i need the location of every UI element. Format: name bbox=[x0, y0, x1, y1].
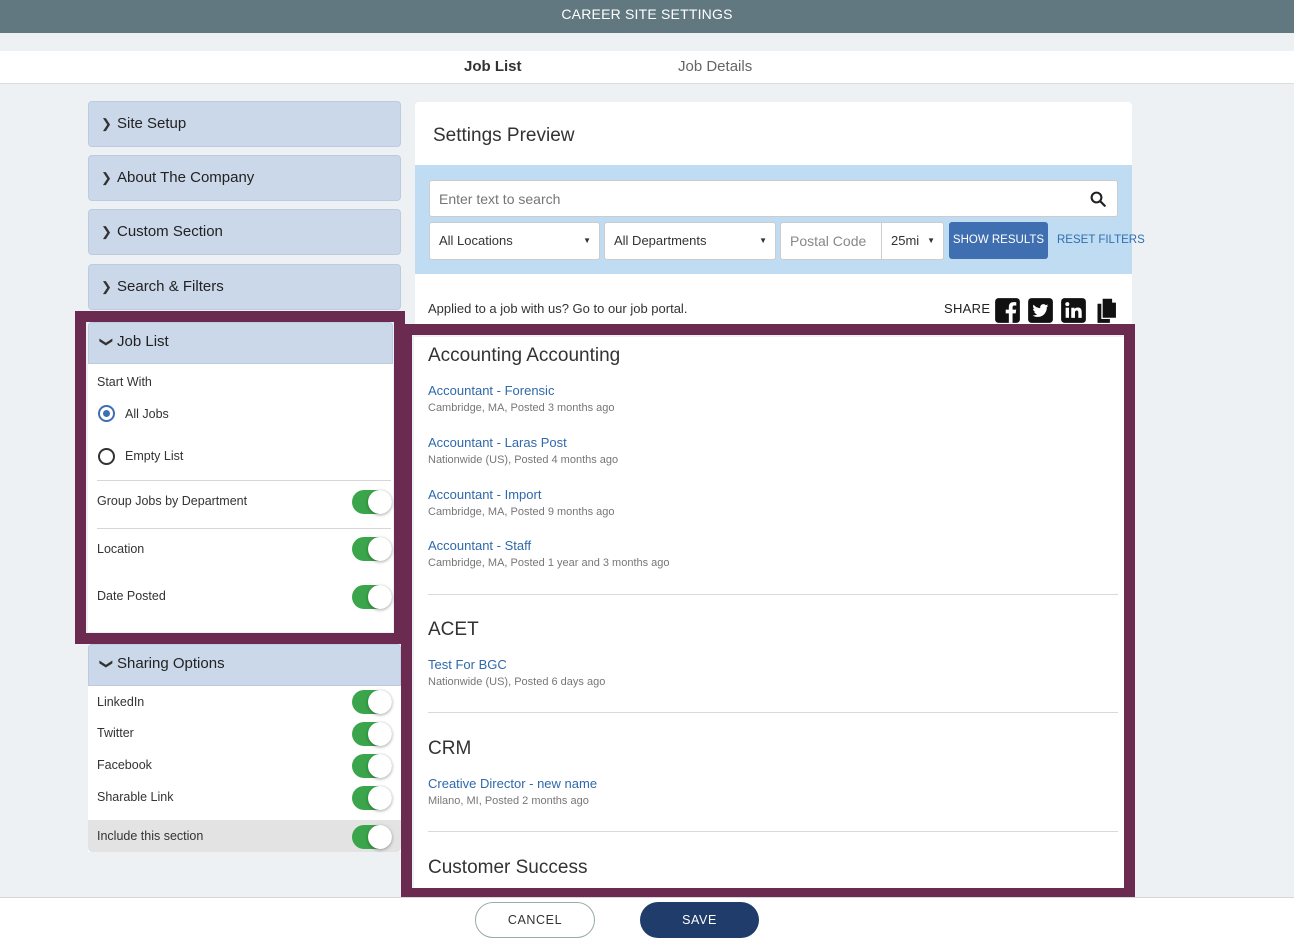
location-select[interactable]: All Locations ▼ bbox=[429, 222, 600, 260]
empty-list-label: Empty List bbox=[125, 449, 184, 463]
preview-title: Settings Preview bbox=[433, 125, 575, 146]
postal-code-input[interactable]: Postal Code bbox=[780, 222, 882, 260]
cancel-button[interactable]: CANCEL bbox=[475, 902, 595, 938]
date-posted-label: Date Posted bbox=[97, 589, 166, 603]
twitter-toggle[interactable] bbox=[352, 722, 392, 746]
job-link[interactable]: Accountant - Import bbox=[428, 487, 541, 502]
sharable-link-toggle[interactable] bbox=[352, 786, 392, 810]
search-input[interactable] bbox=[429, 180, 1118, 217]
section-label: Search & Filters bbox=[117, 278, 224, 295]
job-link[interactable]: Creative Director - new name bbox=[428, 776, 597, 791]
job-meta: Nationwide (US), Posted 4 months ago bbox=[428, 454, 619, 466]
department-divider bbox=[428, 831, 1118, 832]
caret-down-icon: ▼ bbox=[927, 236, 935, 245]
section-label: Sharing Options bbox=[117, 655, 225, 672]
department-heading: Accounting Accounting bbox=[428, 345, 621, 366]
job-meta: Nationwide (US), Posted 6 days ago bbox=[428, 676, 606, 688]
linkedin-icon[interactable] bbox=[1060, 297, 1087, 324]
location-select-value: All Locations bbox=[439, 233, 513, 248]
divider bbox=[97, 480, 391, 481]
share-label: SHARE bbox=[944, 301, 991, 316]
all-jobs-radio[interactable] bbox=[98, 405, 115, 422]
start-with-label: Start With bbox=[97, 375, 152, 389]
show-results-button[interactable]: SHOW RESULTS bbox=[949, 222, 1048, 259]
include-section-label: Include this section bbox=[97, 829, 204, 843]
job-link[interactable]: Accountant - Laras Post bbox=[428, 435, 567, 450]
linkedin-label: LinkedIn bbox=[97, 695, 145, 709]
search-icon[interactable] bbox=[1089, 190, 1107, 208]
radius-select-value: 25mi bbox=[891, 233, 920, 248]
caret-down-icon: ▼ bbox=[583, 236, 591, 245]
group-by-dept-toggle[interactable] bbox=[352, 490, 392, 514]
section-label: Custom Section bbox=[117, 223, 223, 240]
chevron-right-icon: ❯ bbox=[101, 279, 112, 294]
location-toggle[interactable] bbox=[352, 537, 392, 561]
radius-select[interactable]: 25mi ▼ bbox=[881, 222, 944, 260]
reset-filters-button[interactable]: RESET FILTERS bbox=[1057, 222, 1145, 259]
linkedin-toggle[interactable] bbox=[352, 690, 392, 714]
facebook-icon[interactable] bbox=[994, 297, 1021, 324]
chevron-right-icon: ❯ bbox=[101, 170, 112, 185]
department-select-value: All Departments bbox=[614, 233, 707, 248]
job-link[interactable]: Accountant - Forensic bbox=[428, 383, 554, 398]
facebook-label: Facebook bbox=[97, 758, 152, 772]
postal-code-placeholder: Postal Code bbox=[790, 233, 867, 249]
department-heading: CRM bbox=[428, 738, 472, 759]
chevron-right-icon: ❯ bbox=[101, 116, 112, 131]
job-meta: Milano, MI, Posted 2 months ago bbox=[428, 795, 589, 807]
location-label: Location bbox=[97, 542, 145, 556]
chevron-down-icon: ❯ bbox=[99, 658, 115, 670]
include-section-toggle[interactable] bbox=[352, 825, 392, 849]
group-by-dept-label: Group Jobs by Department bbox=[97, 494, 248, 508]
twitter-label: Twitter bbox=[97, 726, 134, 740]
section-custom-section[interactable]: ❯ Custom Section bbox=[88, 209, 401, 255]
facebook-toggle[interactable] bbox=[352, 754, 392, 778]
date-posted-toggle[interactable] bbox=[352, 585, 392, 609]
section-search-filters[interactable]: ❯ Search & Filters bbox=[88, 264, 401, 310]
department-heading: ACET bbox=[428, 619, 479, 640]
department-divider bbox=[428, 594, 1118, 595]
copy-icon[interactable] bbox=[1093, 297, 1120, 324]
tab-job-list[interactable]: Job List bbox=[464, 58, 522, 75]
job-link[interactable]: Test For BGC bbox=[428, 657, 507, 672]
section-label: About The Company bbox=[117, 169, 255, 186]
divider bbox=[97, 528, 391, 529]
all-jobs-label: All Jobs bbox=[125, 407, 169, 421]
chevron-right-icon: ❯ bbox=[101, 224, 112, 239]
section-sharing-options[interactable]: ❯ Sharing Options bbox=[88, 644, 401, 686]
section-site-setup[interactable]: ❯ Site Setup bbox=[88, 101, 401, 147]
page-title: CAREER SITE SETTINGS bbox=[561, 6, 733, 22]
header-gap bbox=[0, 33, 1294, 51]
sharable-link-label: Sharable Link bbox=[97, 790, 174, 804]
job-portal-text[interactable]: Applied to a job with us? Go to our job … bbox=[428, 301, 687, 316]
empty-list-radio[interactable] bbox=[98, 448, 115, 465]
department-heading: Customer Success bbox=[428, 857, 588, 878]
chevron-down-icon: ❯ bbox=[99, 336, 115, 348]
caret-down-icon: ▼ bbox=[759, 236, 767, 245]
job-meta: Cambridge, MA, Posted 3 months ago bbox=[428, 402, 615, 414]
save-button[interactable]: SAVE bbox=[640, 902, 759, 938]
section-label: Site Setup bbox=[117, 115, 187, 132]
department-divider bbox=[428, 712, 1118, 713]
department-select[interactable]: All Departments ▼ bbox=[604, 222, 776, 260]
section-about-company[interactable]: ❯ About The Company bbox=[88, 155, 401, 201]
job-meta: Cambridge, MA, Posted 9 months ago bbox=[428, 506, 615, 518]
job-link[interactable]: Accountant - Staff bbox=[428, 538, 531, 553]
section-job-list[interactable]: ❯ Job List bbox=[88, 322, 393, 364]
page-header: CAREER SITE SETTINGS bbox=[0, 0, 1294, 33]
tab-job-details[interactable]: Job Details bbox=[678, 58, 752, 75]
job-meta: Cambridge, MA, Posted 1 year and 3 month… bbox=[428, 557, 670, 569]
twitter-icon[interactable] bbox=[1027, 297, 1054, 324]
tab-bar: Job List Job Details bbox=[0, 51, 1294, 84]
